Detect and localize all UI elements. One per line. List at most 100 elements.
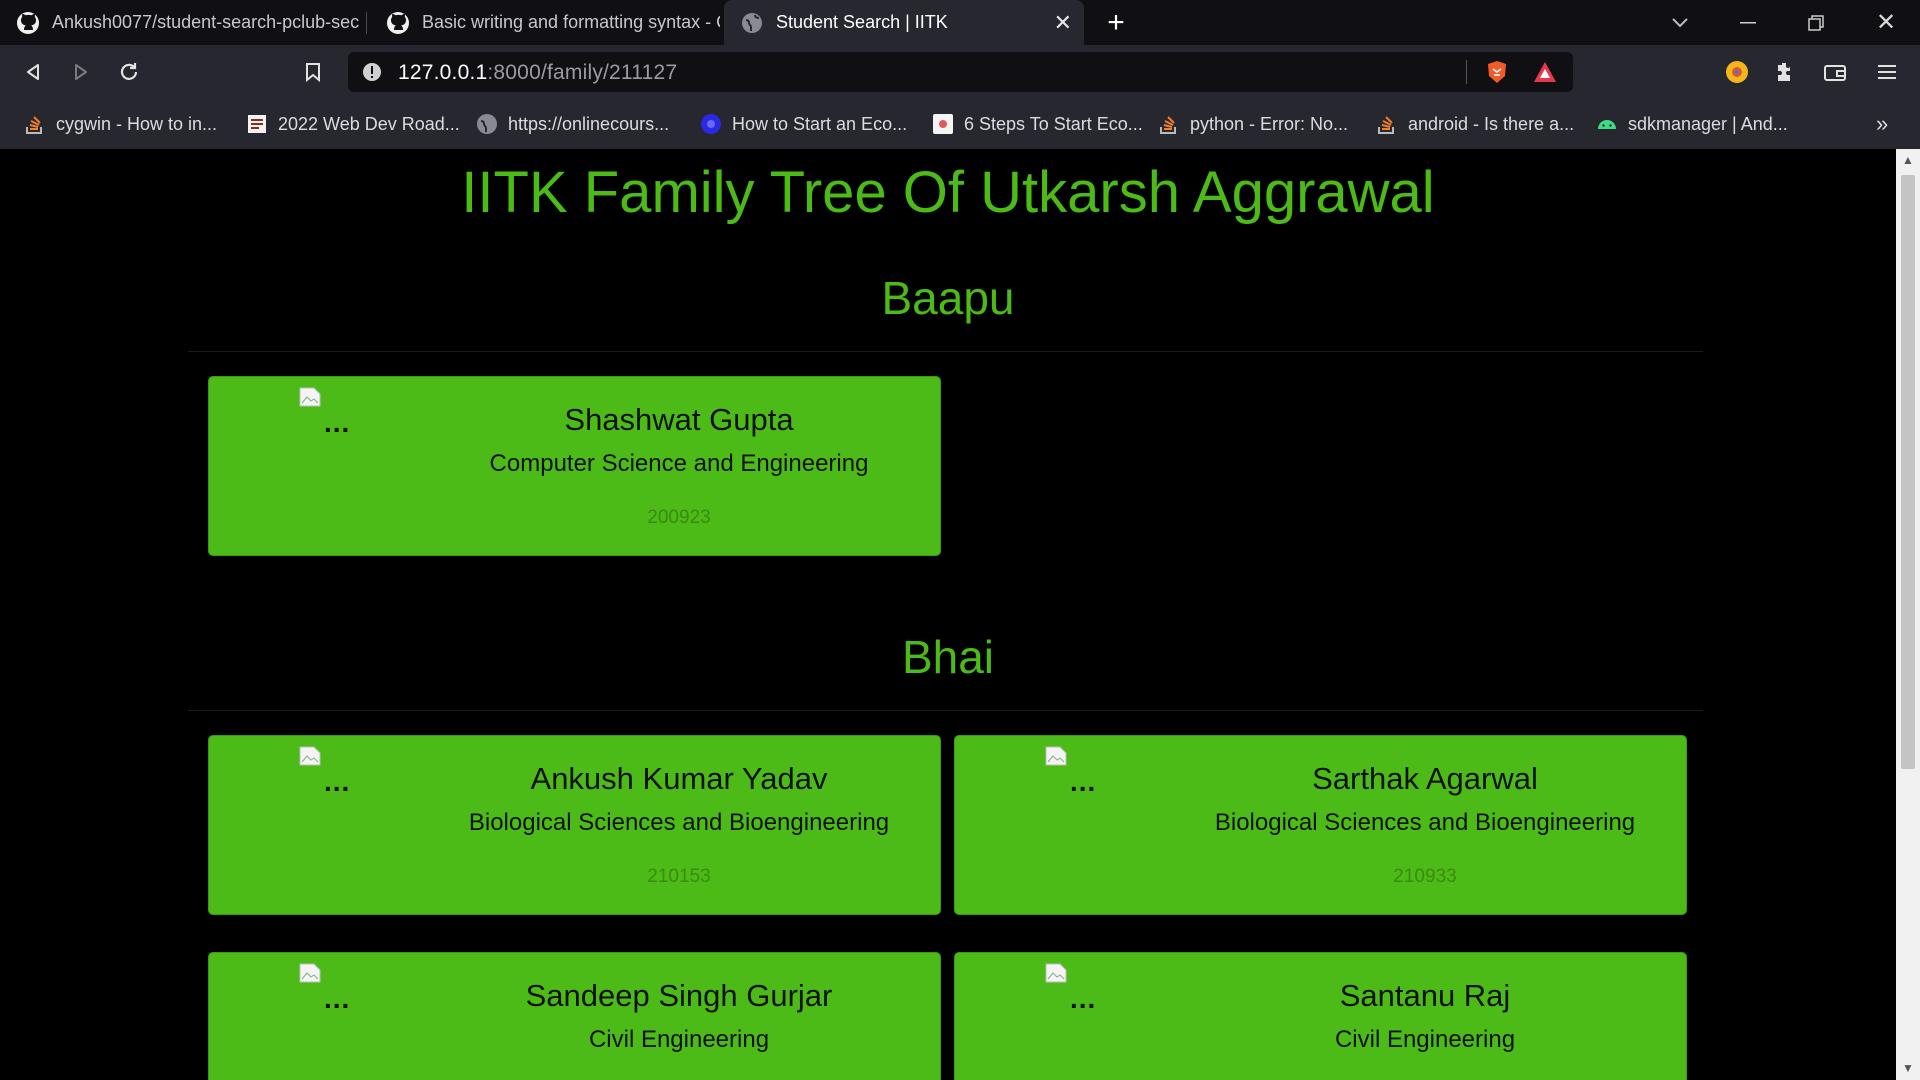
broken-image-icon <box>299 746 321 766</box>
back-button[interactable] <box>18 57 48 87</box>
github-icon <box>17 11 39 34</box>
tab-title: Ankush0077/student-search-pclub-sec <box>52 12 360 32</box>
reload-button[interactable] <box>114 57 144 87</box>
student-card[interactable]: ... Sandeep Singh Gurjar Civil Engineeri… <box>208 952 941 1080</box>
scroll-up-arrow-icon[interactable]: ▲ <box>1902 153 1914 167</box>
student-card[interactable]: ... Shashwat Gupta Computer Science and … <box>208 376 941 556</box>
section-divider <box>188 710 1703 711</box>
bookmark-item[interactable]: sdkmanager | And... <box>1596 111 1806 137</box>
student-name: Shashwat Gupta <box>564 402 794 437</box>
student-photo: ... <box>299 963 369 1014</box>
image-alt-text: ... <box>1070 983 1097 1014</box>
bookmark-label: cygwin - How to in... <box>56 113 218 134</box>
globe-icon <box>742 12 762 33</box>
section-divider <box>188 351 1703 352</box>
menu-icon[interactable] <box>1872 57 1902 87</box>
globe-icon <box>477 114 497 134</box>
bookmarks-overflow-button[interactable]: » <box>1876 111 1900 137</box>
url-path: :8000/family/211127 <box>487 61 678 84</box>
student-name: Sarthak Agarwal <box>1312 761 1538 796</box>
profile-avatar-icon[interactable] <box>1722 57 1752 87</box>
broken-image-icon <box>299 963 321 983</box>
bookmark-item[interactable]: python - Error: No... <box>1158 111 1358 137</box>
bookmark-label: python - Error: No... <box>1190 113 1349 134</box>
navigation-toolbar: 127.0.0.1:8000/family/211127 <box>0 45 1920 99</box>
overflow-chevron-icon: » <box>1876 111 1889 136</box>
bookmark-item[interactable]: cygwin - How to in... <box>24 111 232 137</box>
tab-bar: Ankush0077/student-search-pclub-sec Basi… <box>0 0 1920 45</box>
document-icon <box>248 115 266 133</box>
bookmark-item[interactable]: https://onlinecours... <box>476 111 686 137</box>
new-tab-button[interactable]: + <box>1096 0 1136 45</box>
tab-github-docs[interactable]: Basic writing and formatting syntax - G <box>370 0 720 45</box>
bookmark-label: android - Is there a... <box>1408 113 1575 134</box>
tab-separator <box>366 12 367 34</box>
wallet-icon[interactable] <box>1820 57 1850 87</box>
student-roll-number: 210153 <box>647 866 711 887</box>
student-photo: ... <box>299 387 369 438</box>
minimize-button[interactable] <box>1726 0 1770 45</box>
image-alt-text: ... <box>324 766 351 797</box>
bookmark-item[interactable]: 2022 Web Dev Road... <box>246 111 460 137</box>
address-bar[interactable]: 127.0.0.1:8000/family/211127 <box>348 52 1573 92</box>
bookmark-label: 6 Steps To Start Eco... <box>964 113 1143 134</box>
tab-student-search[interactable]: Student Search | IITK ✕ <box>724 0 1084 45</box>
bookmark-label: How to Start an Eco... <box>732 113 908 134</box>
close-window-button[interactable]: ✕ <box>1864 0 1908 45</box>
tab-title: Student Search | IITK <box>776 12 948 32</box>
bookmark-item[interactable]: android - Is there a... <box>1376 111 1576 137</box>
extensions-icon[interactable] <box>1770 57 1800 87</box>
student-roll-number: 210933 <box>1393 866 1457 887</box>
close-tab-icon[interactable]: ✕ <box>1054 10 1072 36</box>
brave-rewards-icon[interactable] <box>1532 60 1558 84</box>
student-department: Civil Engineering <box>1334 1026 1516 1053</box>
student-department: Civil Engineering <box>588 1026 770 1053</box>
student-department: Biological Sciences and Bioengineering <box>468 809 890 836</box>
image-alt-text: ... <box>1070 766 1097 797</box>
section-heading-bhai: Bhai <box>901 631 995 683</box>
info-icon[interactable] <box>362 62 382 82</box>
url-divider <box>1466 60 1467 84</box>
student-photo: ... <box>1045 963 1115 1014</box>
tab-search-chevron-icon[interactable] <box>1660 0 1700 45</box>
student-photo: ... <box>1045 746 1115 797</box>
restore-button[interactable] <box>1794 0 1838 45</box>
bookmark-label: https://onlinecours... <box>508 113 670 134</box>
stackoverflow-icon <box>1378 116 1394 134</box>
stackoverflow-icon <box>26 116 42 134</box>
stackoverflow-icon <box>1160 116 1176 134</box>
image-alt-text: ... <box>324 407 351 438</box>
bookmark-item[interactable]: 6 Steps To Start Eco... <box>932 111 1143 137</box>
broken-image-icon <box>1045 963 1067 983</box>
page-scrollbar[interactable]: ▲ ▼ <box>1896 149 1920 1080</box>
site-icon <box>701 114 721 134</box>
student-name: Santanu Raj <box>1339 978 1511 1013</box>
url-host: 127.0.0.1 <box>398 61 488 84</box>
broken-image-icon <box>299 387 321 407</box>
image-alt-text: ... <box>324 983 351 1014</box>
scroll-down-arrow-icon[interactable]: ▼ <box>1902 1061 1914 1075</box>
bookmark-label: 2022 Web Dev Road... <box>278 113 460 134</box>
student-card[interactable]: ... Santanu Raj Civil Engineering <box>954 952 1687 1080</box>
student-name: Ankush Kumar Yadav <box>530 761 828 796</box>
scrollbar-thumb[interactable] <box>1901 175 1915 769</box>
bookmarks-bar: cygwin - How to in... 2022 Web Dev Road.… <box>0 99 1920 149</box>
tab-title: Basic writing and formatting syntax - G <box>422 12 720 32</box>
student-photo: ... <box>299 746 369 797</box>
bookmark-label: sdkmanager | And... <box>1628 113 1788 134</box>
forward-button[interactable] <box>66 57 96 87</box>
page-content: IITK Family Tree Of Utkarsh Aggrawal Baa… <box>0 149 1896 1080</box>
broken-image-icon <box>1045 746 1067 766</box>
github-icon <box>387 11 409 34</box>
bookmark-item[interactable]: How to Start an Eco... <box>700 111 910 137</box>
bookmark-icon[interactable] <box>298 57 328 87</box>
android-icon <box>1598 120 1616 129</box>
brave-shields-icon[interactable] <box>1484 59 1510 85</box>
url-text: 127.0.0.1:8000/family/211127 <box>398 61 677 85</box>
site-icon <box>933 114 953 134</box>
section-heading-baapu: Baapu <box>881 272 1015 324</box>
student-card[interactable]: ... Ankush Kumar Yadav Biological Scienc… <box>208 735 941 915</box>
student-card[interactable]: ... Sarthak Agarwal Biological Sciences … <box>954 735 1687 915</box>
tab-github-repo[interactable]: Ankush0077/student-search-pclub-sec <box>0 0 366 45</box>
student-roll-number: 200923 <box>647 507 711 528</box>
